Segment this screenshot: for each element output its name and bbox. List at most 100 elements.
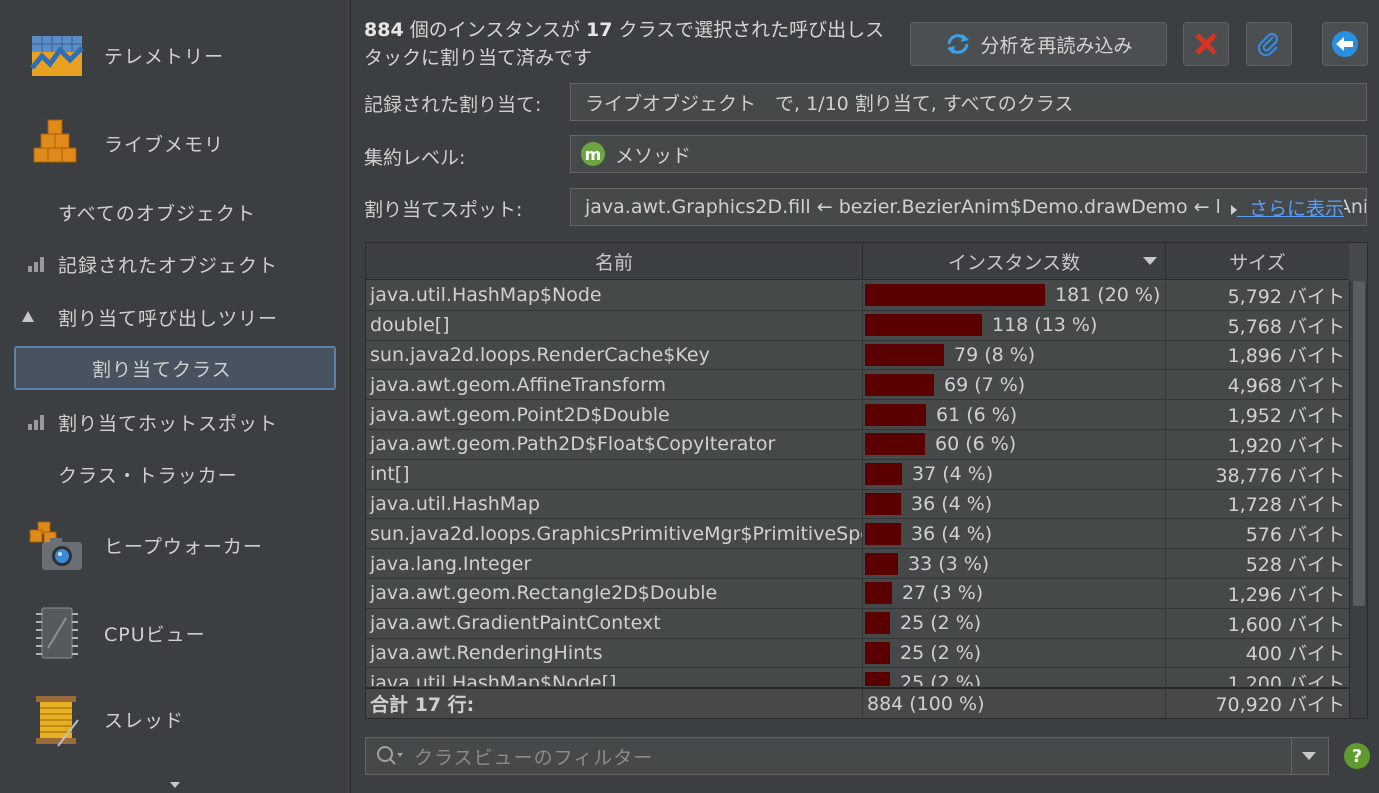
vertical-scrollbar[interactable] [1349, 281, 1367, 718]
table-row[interactable]: java.awt.geom.Rectangle2D$Double 27 (3 %)… [366, 578, 1349, 609]
sidebar-item-telemetry[interactable]: テレメトリー [0, 20, 351, 90]
sidebar-item-label: ヒープウォーカー [104, 535, 263, 558]
table-row[interactable]: java.util.HashMap$Node 181 (20 %) 5,792 バイ… [366, 281, 1349, 311]
instance-count-cell: 27 (3 %) [863, 578, 1166, 608]
table-row[interactable]: java.util.HashMap$Node[] 25 (2 %) 1,200 バイ… [366, 668, 1349, 686]
sort-descending-icon [1143, 257, 1157, 265]
sidebar-item-label: スレッド [104, 709, 185, 732]
instance-count-label: 25 (2 %) [900, 612, 982, 635]
table-row[interactable]: int[] 37 (4 %) 38,776 バイト [366, 459, 1349, 490]
size-cell: 400 バイト [1245, 643, 1345, 666]
sidebar-item-class-tracker[interactable]: クラス・トラッカー [0, 452, 351, 496]
reload-label: 分析を再読み込み [980, 34, 1133, 57]
instance-count-bar [865, 522, 901, 545]
total-count: 884 (100 %) [863, 689, 1166, 718]
table-row[interactable]: java.awt.GradientPaintContext 25 (2 %) 1,6… [366, 608, 1349, 639]
table-row[interactable]: double[] 118 (13 %) 5,768 バイト [366, 310, 1349, 341]
instance-count-bar [865, 492, 901, 515]
filter-separator [1291, 738, 1292, 774]
sidebar-item-label: 記録されたオブジェクト [58, 254, 279, 277]
show-more-link[interactable]: さらに表示 [1218, 193, 1344, 221]
class-name-cell: java.awt.geom.Path2D$Float$CopyIterator [366, 429, 863, 459]
reload-icon [947, 34, 970, 54]
class-filter-input[interactable]: クラスビューのフィルター [365, 737, 1329, 775]
instance-count-bar [865, 284, 1045, 307]
table-row[interactable]: java.awt.RenderingHints 25 (2 %) 400 バイト [366, 638, 1349, 669]
class-name-cell: java.awt.geom.AffineTransform [366, 370, 863, 400]
recorded-allocations-field[interactable]: ライブオブジェクト で, 1/10 割り当て, すべてのクラス [570, 83, 1367, 121]
expand-triangle-icon[interactable] [22, 311, 34, 322]
size-cell: 1,200 バイト [1227, 673, 1345, 686]
bar-chart-icon [28, 257, 44, 272]
table-row[interactable]: java.awt.geom.AffineTransform 69 (7 %) 4,9… [366, 370, 1349, 401]
table-row[interactable]: java.util.HashMap 36 (4 %) 1,728 バイト [366, 489, 1349, 520]
sidebar-item-recorded-objects[interactable]: 記録されたオブジェクト [0, 242, 351, 286]
table-row[interactable]: java.awt.geom.Point2D$Double 61 (6 %) 1,95… [366, 400, 1349, 430]
close-button[interactable] [1183, 22, 1229, 66]
class-name-cell: sun.java2d.loops.GraphicsPrimitiveMgr$Pr… [366, 519, 863, 549]
heap-walker-icon [29, 521, 82, 570]
table-row[interactable]: java.awt.geom.Path2D$Float$CopyIterator 6… [366, 429, 1349, 460]
aggregation-level-field[interactable]: m メソッド [570, 135, 1367, 173]
instance-count-label: 25 (2 %) [900, 671, 982, 686]
back-button[interactable] [1322, 22, 1368, 66]
sidebar: テレメトリー ライブメモリ すべてのオブジェクト 記録されたオブジェクト 割り当… [0, 0, 351, 793]
table-row[interactable]: sun.java2d.loops.RenderCache$Key 79 (8 %)… [366, 340, 1349, 371]
live-memory-icon [33, 119, 77, 163]
sidebar-item-allocation-call-tree[interactable]: 割り当て呼び出しツリー [0, 295, 351, 339]
sidebar-item-live-memory[interactable]: ライブメモリ [0, 108, 351, 178]
sidebar-item-allocation-hotspots[interactable]: 割り当てホットスポット [0, 400, 351, 444]
column-header-instance-count[interactable]: インスタンス数 [863, 243, 1166, 280]
instance-count-bar [865, 343, 944, 366]
method-icon: m [581, 142, 605, 166]
cpu-icon [36, 607, 78, 659]
sidebar-item-heap-walker[interactable]: ヒープウォーカー [0, 510, 351, 580]
table-row[interactable]: java.lang.Integer 33 (3 %) 528 バイト [366, 549, 1349, 579]
sidebar-item-allocation-classes[interactable]: 割り当てクラス [14, 346, 336, 390]
size-cell: 1,296 バイト [1227, 583, 1345, 606]
help-button[interactable]: ? [1344, 743, 1370, 769]
search-icon[interactable] [374, 744, 410, 768]
filter-dropdown-icon[interactable] [1302, 752, 1316, 760]
class-name-cell: java.awt.RenderingHints [366, 638, 863, 668]
attach-button[interactable] [1246, 22, 1292, 66]
class-name-cell: int[] [366, 459, 863, 489]
column-header-name[interactable]: 名前 [366, 243, 863, 280]
scroll-down-icon[interactable] [170, 782, 180, 788]
instance-count-label: 118 (13 %) [992, 314, 1098, 337]
column-header-size[interactable]: サイズ [1166, 243, 1349, 280]
total-name: 合計 17 行: [366, 689, 863, 718]
instance-count-bar [865, 433, 925, 456]
instance-count-cell: 61 (6 %) [863, 400, 1166, 429]
instance-count-bar [865, 463, 902, 486]
instance-count-label: 25 (2 %) [900, 641, 982, 664]
class-name-cell: double[] [366, 310, 863, 340]
instance-count-cell: 37 (4 %) [863, 459, 1166, 489]
reload-analysis-button[interactable]: 分析を再読み込み [910, 22, 1167, 66]
sidebar-item-threads[interactable]: スレッド [0, 684, 351, 754]
sidebar-item-all-objects[interactable]: すべてのオブジェクト [0, 190, 351, 234]
recorded-allocations-value: ライブオブジェクト で, 1/10 割り当て, すべてのクラス [585, 92, 1074, 115]
table-row[interactable]: sun.java2d.loops.GraphicsPrimitiveMgr$Pr… [366, 519, 1349, 550]
sidebar-item-label: 割り当てホットスポット [58, 412, 279, 435]
instance-count-label: 79 (8 %) [954, 343, 1036, 366]
table-total-row: 合計 17 行: 884 (100 %) 70,920 バイト [366, 687, 1349, 718]
sidebar-item-cpu-views[interactable]: CPUビュー [0, 598, 351, 668]
class-name-cell: sun.java2d.loops.RenderCache$Key [366, 340, 863, 370]
instance-count-bar [865, 671, 890, 686]
instance-count-bar [865, 403, 926, 426]
instance-count-cell: 118 (13 %) [863, 310, 1166, 340]
instance-count-label: 37 (4 %) [912, 463, 994, 486]
size-cell: 1,728 バイト [1227, 494, 1345, 517]
instance-count-cell: 25 (2 %) [863, 608, 1166, 638]
instance-count-cell: 79 (8 %) [863, 340, 1166, 370]
filter-placeholder: クラスビューのフィルター [414, 746, 654, 769]
sidebar-item-label: すべてのオブジェクト [58, 202, 256, 225]
scrollbar-thumb[interactable] [1353, 281, 1365, 606]
instance-count-label: 27 (3 %) [902, 582, 984, 605]
show-more-label: さらに表示 [1248, 197, 1344, 220]
class-name-cell: java.awt.geom.Rectangle2D$Double [366, 578, 863, 608]
instance-count-cell: 36 (4 %) [863, 519, 1166, 549]
instance-count-bar [865, 373, 934, 396]
sidebar-item-label: 割り当て呼び出しツリー [58, 307, 279, 330]
